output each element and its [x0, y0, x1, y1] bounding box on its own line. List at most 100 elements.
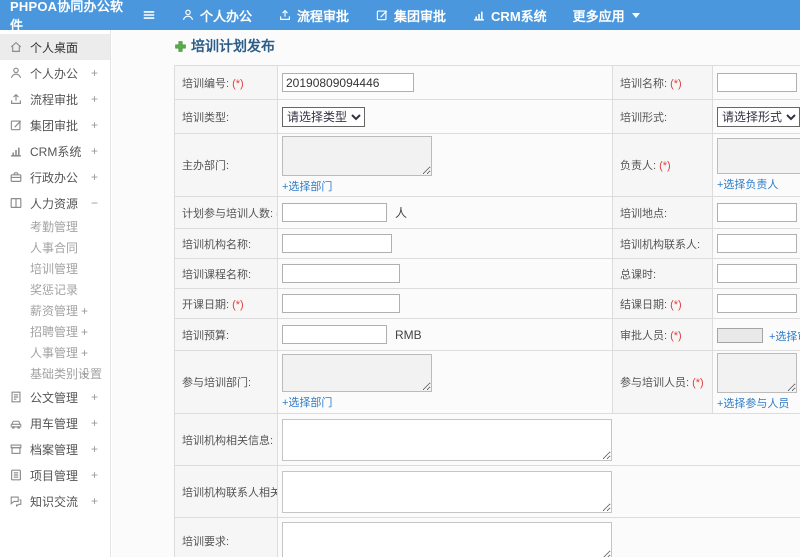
expand-plus-icon[interactable]: +: [81, 346, 88, 360]
course-name-input[interactable]: [282, 264, 400, 283]
planned-count-suffix: 人: [395, 205, 408, 220]
sidebar-item-document-management[interactable]: 公文管理 +: [0, 384, 110, 410]
sidebar-item-personal-desktop[interactable]: 个人桌面: [0, 34, 110, 60]
expand-plus-icon[interactable]: +: [91, 442, 98, 456]
total-hours-input[interactable]: [717, 264, 797, 283]
required-marker: (*): [692, 377, 704, 389]
select-join-people-link[interactable]: +选择参与人员: [717, 395, 789, 411]
sidebar-item-recruit-management[interactable]: 招聘管理 +: [0, 321, 110, 342]
page-title-text: 培训计划发布: [191, 38, 275, 54]
org-name-input[interactable]: [282, 234, 392, 253]
sidebar-item-label: 知识交流: [30, 494, 79, 509]
sidebar-item-workflow-approval[interactable]: 流程审批 +: [0, 86, 110, 112]
training-plan-form-table: 培训编号:(*) 培训名称:(*) 培训类型: 请选择类型 培训形式:: [174, 65, 800, 557]
sidebar-item-salary-management[interactable]: 薪资管理 +: [0, 300, 110, 321]
sidebar-item-label: 奖惩记录: [30, 283, 79, 297]
car-icon: [9, 416, 23, 430]
org-info-textarea[interactable]: [282, 418, 612, 461]
sidebar-item-project-management[interactable]: 项目管理 +: [0, 462, 110, 488]
archive-icon: [9, 442, 23, 456]
expand-plus-icon[interactable]: +: [91, 416, 98, 430]
chart-icon: [472, 8, 486, 22]
select-approver-link[interactable]: +选择审批人员: [769, 328, 800, 344]
sidebar-item-label: 人力资源: [30, 196, 79, 211]
topbar-menu-crm-system[interactable]: CRM系统: [459, 0, 560, 30]
host-dept-label: 主办部门:: [182, 160, 230, 172]
sidebar-item-knowledge-exchange[interactable]: 知识交流 +: [0, 488, 110, 514]
expand-plus-icon[interactable]: +: [91, 144, 98, 158]
join-people-textarea[interactable]: [717, 353, 797, 393]
sidebar-item-admin-office[interactable]: 行政办公 +: [0, 164, 110, 190]
expand-plus-icon[interactable]: +: [91, 468, 98, 482]
org-contact-info-textarea[interactable]: [282, 470, 612, 513]
expand-plus-icon[interactable]: +: [81, 304, 88, 318]
topbar-menu-personal-office[interactable]: 个人办公: [168, 0, 265, 30]
join-dept-textarea[interactable]: [282, 354, 432, 392]
form-row-9: 参与培训部门: +选择部门 参与培训人员: (*) +选择参与人员: [174, 350, 800, 414]
sidebar-item-label: 项目管理: [30, 468, 79, 483]
training-form-select[interactable]: 请选择形式: [717, 106, 800, 127]
sidebar-item-archive-management[interactable]: 档案管理 +: [0, 436, 110, 462]
org-contact-label: 培训机构联系人:: [620, 238, 701, 251]
topbar-menu-label: CRM系统: [491, 8, 547, 24]
budget-input[interactable]: [282, 325, 387, 344]
course-name-label: 培训课程名称:: [182, 268, 252, 281]
topbar-menu-more-apps[interactable]: 更多应用: [560, 0, 653, 30]
planned-count-input[interactable]: [282, 203, 387, 222]
collapse-minus-icon[interactable]: −: [91, 196, 98, 210]
select-dept-link[interactable]: +选择部门: [282, 178, 332, 194]
location-input[interactable]: [717, 203, 797, 222]
sidebar-item-attendance-management[interactable]: 考勤管理: [0, 216, 110, 237]
expand-plus-icon[interactable]: +: [91, 170, 98, 184]
hamburger-menu-icon[interactable]: [142, 8, 156, 22]
expand-plus-icon[interactable]: +: [91, 494, 98, 508]
topbar-menu-label: 集团审批: [394, 8, 447, 24]
select-leader-link[interactable]: +选择负责人: [717, 176, 778, 192]
required-marker: (*): [670, 77, 682, 90]
form-row-6: 培训课程名称: 总课时:: [174, 258, 800, 289]
topbar-menu-group-approval[interactable]: 集团审批: [362, 0, 459, 30]
sidebar-item-training-management[interactable]: 培训管理: [0, 258, 110, 279]
sidebar-item-label: 人事管理: [30, 346, 79, 360]
sidebar-item-personal-office[interactable]: 个人办公 +: [0, 60, 110, 86]
sidebar-item-basic-category-settings[interactable]: 基础类别设置 +: [0, 363, 110, 384]
sidebar-item-personnel-contract[interactable]: 人事合同: [0, 237, 110, 258]
sidebar-item-group-approval[interactable]: 集团审批 +: [0, 112, 110, 138]
form-row-4: 计划参与培训人数:(*) 人 培训地点:: [174, 196, 800, 229]
org-contact-info-label: 培训机构联系人相关信息:: [182, 486, 277, 499]
sidebar-item-human-resources[interactable]: 人力资源 −: [0, 190, 110, 216]
expand-plus-icon[interactable]: +: [81, 325, 88, 339]
leader-textarea[interactable]: [717, 138, 800, 174]
sidebar-item-personnel-management[interactable]: 人事管理 +: [0, 342, 110, 363]
expand-plus-icon[interactable]: +: [91, 92, 98, 106]
start-date-input[interactable]: [282, 294, 400, 313]
expand-plus-icon[interactable]: +: [91, 390, 98, 404]
topbar-menu-workflow-approval[interactable]: 流程审批: [265, 0, 362, 30]
page-title: 培训计划发布: [174, 36, 800, 56]
sidebar-item-reward-punishment[interactable]: 奖惩记录: [0, 279, 110, 300]
select-join-dept-link[interactable]: +选择部门: [282, 394, 332, 410]
form-row-7: 开课日期: (*) 结课日期: (*): [174, 288, 800, 319]
expand-plus-icon[interactable]: +: [81, 367, 88, 381]
sidebar-item-crm-system[interactable]: CRM系统 +: [0, 138, 110, 164]
approver-input[interactable]: [717, 328, 763, 343]
training-name-label: 培训名称:: [620, 77, 668, 90]
join-people-label: 参与培训人员:: [620, 377, 690, 389]
training-no-input[interactable]: [282, 73, 414, 92]
end-date-label: 结课日期:: [620, 298, 668, 311]
expand-plus-icon[interactable]: +: [91, 118, 98, 132]
training-name-input[interactable]: [717, 73, 797, 92]
requirement-textarea[interactable]: [282, 522, 612, 557]
org-contact-input[interactable]: [717, 234, 797, 253]
expand-plus-icon[interactable]: +: [91, 66, 98, 80]
briefcase-icon: [9, 170, 23, 184]
training-type-label: 培训类型:: [182, 111, 230, 124]
edit-icon: [9, 118, 23, 132]
training-type-select[interactable]: 请选择类型: [282, 106, 365, 127]
sidebar-item-vehicle-management[interactable]: 用车管理 +: [0, 410, 110, 436]
sidebar-item-label: 流程审批: [30, 92, 79, 107]
home-icon: [9, 40, 23, 54]
end-date-input[interactable]: [717, 294, 797, 313]
host-dept-textarea[interactable]: [282, 136, 432, 176]
sidebar-item-label: 档案管理: [30, 442, 79, 457]
